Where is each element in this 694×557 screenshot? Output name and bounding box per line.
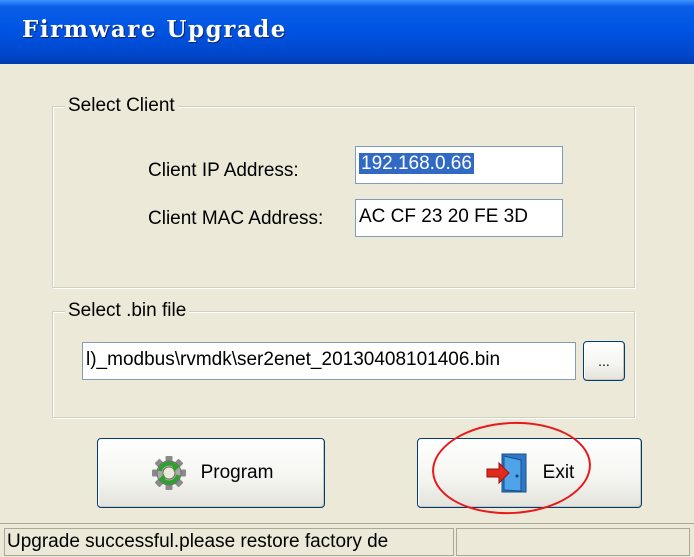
bin-path-input[interactable]: l)_modbus\rvmdk\ser2enet_20130408101406.… xyxy=(82,342,576,380)
status-pane-secondary xyxy=(456,528,690,556)
exit-label: Exit xyxy=(542,462,575,483)
select-client-legend: Select Client xyxy=(65,95,178,117)
gear-refresh-icon xyxy=(151,456,186,490)
title-bar[interactable]: Firmware Upgrade xyxy=(0,0,694,64)
program-label: Program xyxy=(200,462,274,483)
client-ip-value: 192.168.0.66 xyxy=(359,153,474,174)
exit-door-icon xyxy=(486,453,527,493)
window-title: Firmware Upgrade xyxy=(22,16,287,43)
client-ip-label: Client IP Address: xyxy=(148,160,299,181)
select-bin-legend: Select .bin file xyxy=(65,300,190,322)
browse-button[interactable]: ... xyxy=(583,341,625,381)
select-client-group: Select Client xyxy=(52,95,635,288)
client-ip-input[interactable]: 192.168.0.66 xyxy=(355,146,563,184)
client-mac-input[interactable]: AC CF 23 20 FE 3D xyxy=(355,199,563,237)
client-mac-label: Client MAC Address: xyxy=(148,208,324,229)
status-message: Upgrade successful.please restore factor… xyxy=(4,528,454,556)
dialog-body: Select Client Client IP Address: 192.168… xyxy=(0,64,694,557)
exit-button[interactable]: Exit xyxy=(417,438,642,508)
program-button[interactable]: Program xyxy=(97,438,325,508)
status-bar: Upgrade successful.please restore factor… xyxy=(0,523,694,557)
